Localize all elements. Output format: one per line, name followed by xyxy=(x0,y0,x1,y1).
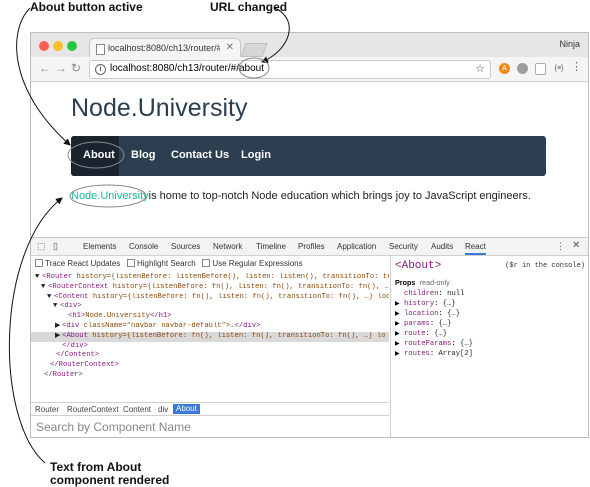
ellipse-url-about xyxy=(238,57,270,79)
annotation-overlay xyxy=(8,7,290,464)
arrow-about-active xyxy=(16,7,71,146)
ellipse-lead-link xyxy=(69,184,147,208)
arrow-text-rendered xyxy=(8,197,63,464)
arrow-url-changed xyxy=(261,7,290,63)
ellipse-nav-about xyxy=(67,141,125,169)
